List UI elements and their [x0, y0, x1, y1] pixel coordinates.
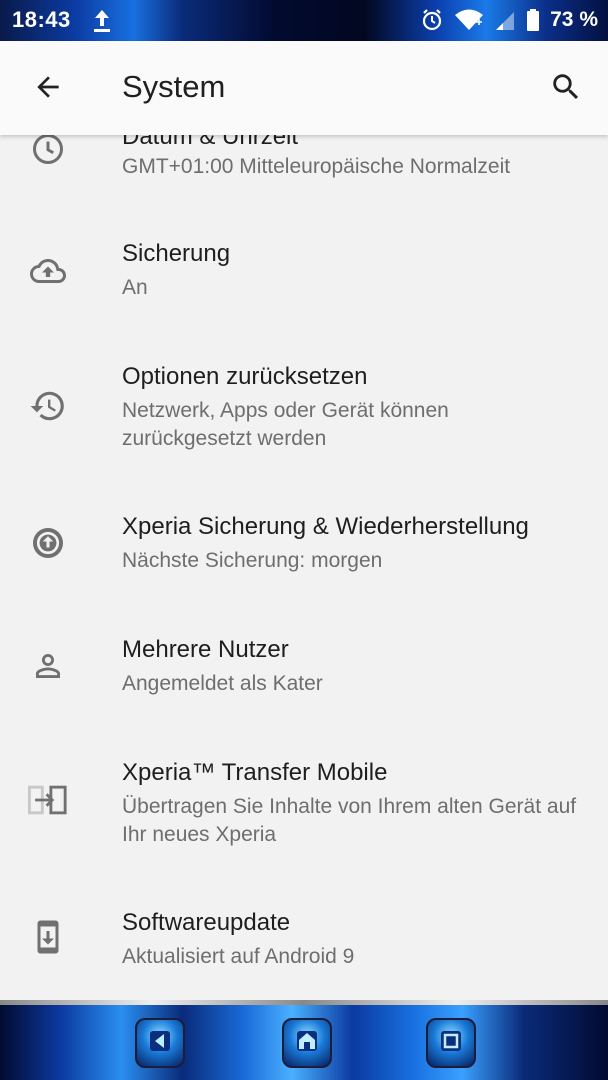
clock-icon — [28, 135, 68, 169]
signal-icon — [494, 8, 516, 32]
item-title: Xperia™ Transfer Mobile — [122, 759, 388, 786]
system-update-icon — [28, 917, 68, 957]
recents-nav-icon — [438, 1028, 464, 1059]
back-nav-icon — [147, 1028, 173, 1059]
item-subtitle: Aktualisiert auf Android 9 — [122, 945, 355, 968]
item-title: Optionen zurücksetzen — [122, 363, 368, 390]
item-subtitle: Übertragen Sie Inhalte von Ihrem alten G… — [122, 795, 577, 846]
settings-list[interactable]: Datum & Uhrzeit GMT+01:00 Mitteleuropäis… — [0, 135, 608, 1000]
search-button[interactable] — [544, 67, 588, 111]
history-icon — [28, 386, 68, 426]
status-bar: 18:43 73 % — [0, 0, 608, 41]
search-icon — [549, 70, 583, 109]
nav-recents-button[interactable] — [426, 1018, 476, 1068]
nav-home-button[interactable] — [282, 1018, 332, 1068]
item-title: Xperia Sicherung & Wiederherstellung — [122, 513, 529, 540]
item-title: Datum & Uhrzeit — [122, 135, 299, 150]
person-icon — [28, 646, 68, 686]
arrow-back-icon — [32, 71, 64, 108]
back-button[interactable] — [26, 67, 70, 111]
battery-icon — [526, 8, 540, 32]
list-item-datetime[interactable]: Datum & Uhrzeit GMT+01:00 Mitteleuropäis… — [0, 135, 608, 195]
item-subtitle: GMT+01:00 Mitteleuropäische Normalzeit — [122, 155, 511, 178]
item-subtitle: Nächste Sicherung: morgen — [122, 549, 383, 572]
status-time: 18:43 — [12, 7, 71, 32]
navigation-bar — [0, 1000, 608, 1080]
app-bar: System — [0, 41, 608, 135]
list-item-xperia-backup[interactable]: Xperia Sicherung & Wiederherstellung Näc… — [0, 497, 608, 607]
item-subtitle: An — [122, 276, 148, 299]
backup-restore-icon — [28, 523, 68, 563]
page-title: System — [122, 69, 226, 104]
alarm-icon — [420, 8, 444, 32]
item-subtitle: Angemeldet als Kater — [122, 672, 323, 695]
list-item-backup[interactable]: Sicherung An — [0, 220, 608, 330]
upload-icon — [92, 8, 112, 34]
list-item-users[interactable]: Mehrere Nutzer Angemeldet als Kater — [0, 620, 608, 730]
battery-level: 73 % — [550, 8, 598, 31]
cloud-upload-icon — [28, 251, 68, 291]
list-item-transfer[interactable]: Xperia™ Transfer Mobile Übertragen Sie I… — [0, 743, 608, 873]
item-title: Softwareupdate — [122, 909, 291, 936]
nav-back-button[interactable] — [135, 1018, 185, 1068]
item-title: Sicherung — [122, 240, 231, 267]
home-nav-icon — [294, 1028, 320, 1059]
transfer-icon — [28, 780, 68, 820]
wifi-icon — [454, 8, 484, 32]
item-subtitle: Netzwerk, Apps oder Gerät können zurückg… — [122, 399, 449, 450]
list-item-software-update[interactable]: Softwareupdate Aktualisiert auf Android … — [0, 893, 608, 1000]
list-item-reset[interactable]: Optionen zurücksetzen Netzwerk, Apps ode… — [0, 345, 608, 475]
item-title: Mehrere Nutzer — [122, 636, 289, 663]
